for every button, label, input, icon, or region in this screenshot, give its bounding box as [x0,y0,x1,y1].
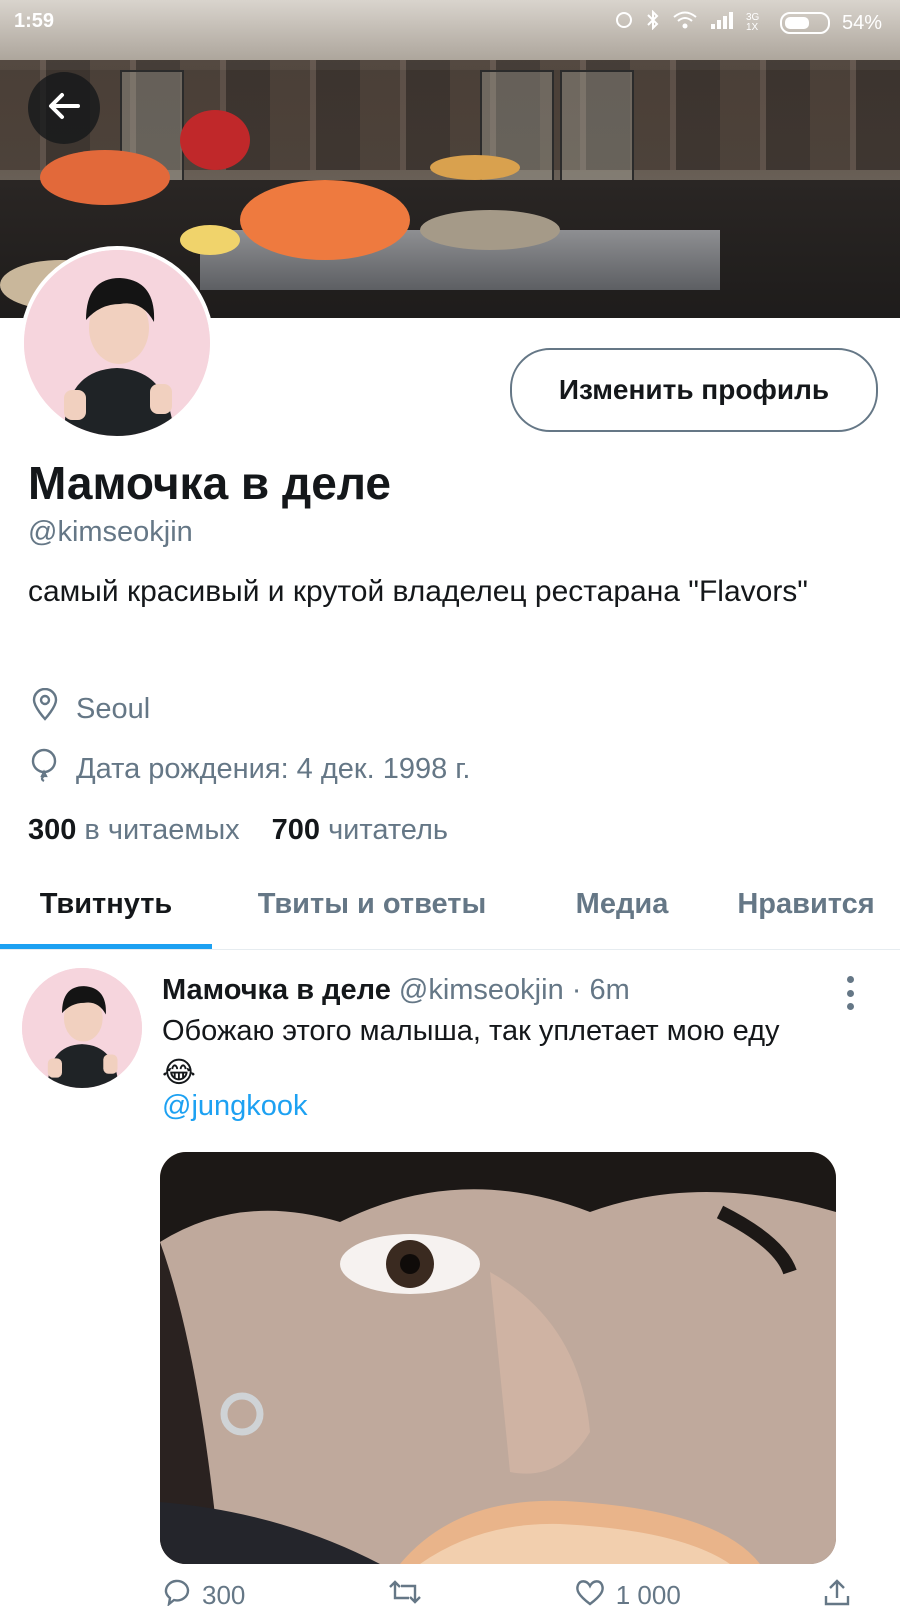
tweet-actions: 300 1 000 [162,1578,852,1613]
signal-icon [710,10,734,36]
following-count: 300 [28,814,77,842]
follow-stats: 300 в читаемых 700 читатель [28,814,448,842]
profile-display-name: Мамочка в деле [28,457,391,509]
followers-link[interactable]: 700 читатель [272,814,448,842]
profile-birthday: Дата рождения: 4 дек. 1998 г. [28,748,470,790]
location-text: Seoul [76,692,151,725]
reply-icon [162,1578,192,1613]
network-type: 3G 1X [745,12,760,33]
retweet-button[interactable] [387,1578,433,1613]
profile-tabs: Твитнуть Твиты и ответы Медиа Нравится [0,858,900,950]
reply-count: 300 [202,1579,246,1610]
followers-count: 700 [271,814,321,842]
tab-tweets[interactable]: Твитнуть [0,858,212,950]
share-icon [822,1578,852,1613]
tweet-author-handle[interactable]: @kimseokjin [399,974,564,1006]
following-link[interactable]: 300 в читаемых [28,814,240,842]
birthday-text: Дата рождения: 4 дек. 1998 г. [76,752,471,785]
tab-tweets-and-replies[interactable]: Твиты и ответы [212,858,532,950]
more-options-icon[interactable] [840,976,860,1010]
tweet-mention-link[interactable]: @jungkook [162,1090,308,1123]
battery-icon [779,12,830,34]
battery-percent: 54% [841,11,882,34]
tweet-emoji: 😂 [162,1057,196,1089]
retweet-icon [387,1578,423,1613]
tweet-text: Обожаю этого малыша, так уплетает мою ед… [162,1015,780,1047]
profile-handle: @kimseokjin [28,516,193,548]
tab-likes[interactable]: Нравится [712,858,900,950]
bluetooth-icon [646,9,660,36]
profile-bio: самый красивый и крутой владелец рестара… [28,575,808,608]
edit-profile-button[interactable]: Изменить профиль [510,348,878,432]
tweet-time: 6m [589,974,630,1006]
tweet-author-name[interactable]: Мамочка в деле [162,974,391,1006]
wifi-icon [672,10,698,36]
followers-label: читатель [328,814,448,842]
back-button[interactable] [28,72,100,144]
sync-icon [614,10,634,36]
like-count: 1 000 [615,1579,681,1610]
balloon-icon [28,748,62,790]
tabs-divider [0,949,900,950]
tweet-media-image[interactable] [160,1152,836,1564]
tweet-text-block: Обожаю этого малыша, так уплетает мою ед… [162,1010,872,1094]
tweet-separator: · [571,974,582,1006]
tweet-header: Мамочка в деле @kimseokjin · 6m [162,974,630,1007]
status-time: 1:59 [14,10,55,32]
tweet-author-avatar[interactable] [22,968,142,1088]
following-label: в читаемых [84,814,240,842]
status-bar: 1:59 3G 1X 54% [0,0,900,44]
profile-location: Seoul [28,687,151,730]
reply-button[interactable]: 300 [162,1578,246,1613]
heart-icon [574,1578,606,1613]
location-pin-icon [28,687,62,730]
profile-avatar[interactable] [20,246,214,440]
tab-media[interactable]: Медиа [532,858,712,950]
share-button[interactable] [822,1578,852,1613]
arrow-left-icon [44,86,84,131]
like-button[interactable]: 1 000 [574,1580,681,1610]
